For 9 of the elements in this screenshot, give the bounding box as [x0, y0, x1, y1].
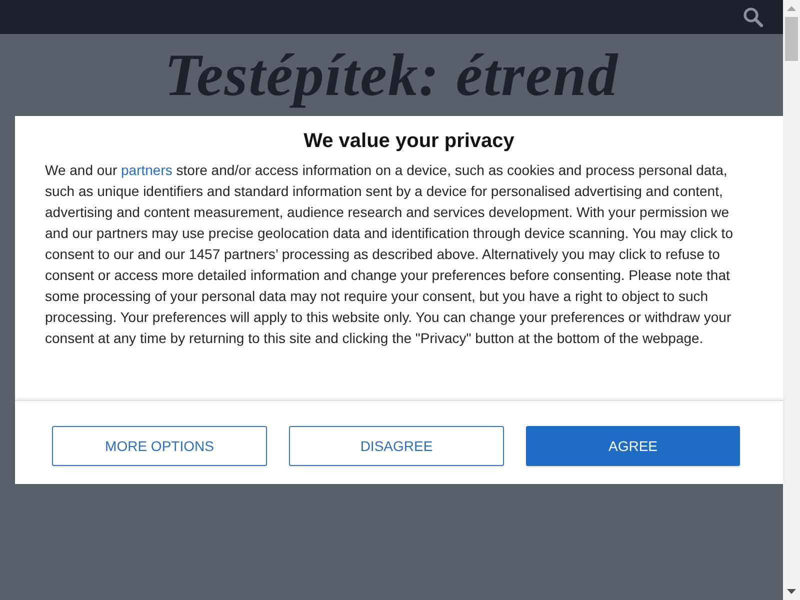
partners-link[interactable]: partners	[121, 162, 172, 178]
disagree-button[interactable]: DISAGREE	[289, 426, 504, 466]
search-icon[interactable]	[743, 7, 763, 27]
more-options-button[interactable]: MORE OPTIONS	[52, 426, 267, 466]
consent-text: We and our partners store and/or access information on a device, such as cookies and process personal data, such as unique identifiers and standard information sent by a device for personalised advertising and content, advertising and content measurement, audience research and services development. With your permission we and our partners may use precise geolocation data and identification through device scanning. You may click to consent to our and our 1457 partners’ processing as described above. Alternatively you may click to refuse to consent or access more detailed information and change your preferences before consenting. Please note that some processing of your personal data may not require your consent, but you have a right to object to such processing. Your preferences will apply to this website only. You can change your preferences or withdraw your consent at any time by returning to this site and clicking the "Privacy" button at the bottom of the webpage.	[45, 161, 734, 348]
dialog-title: We value your privacy	[302, 129, 516, 153]
page-heading: Testépítek: étrend	[164, 42, 619, 108]
agree-button[interactable]: AGREE	[526, 426, 740, 466]
scrollbar-thumb[interactable]	[785, 17, 798, 61]
